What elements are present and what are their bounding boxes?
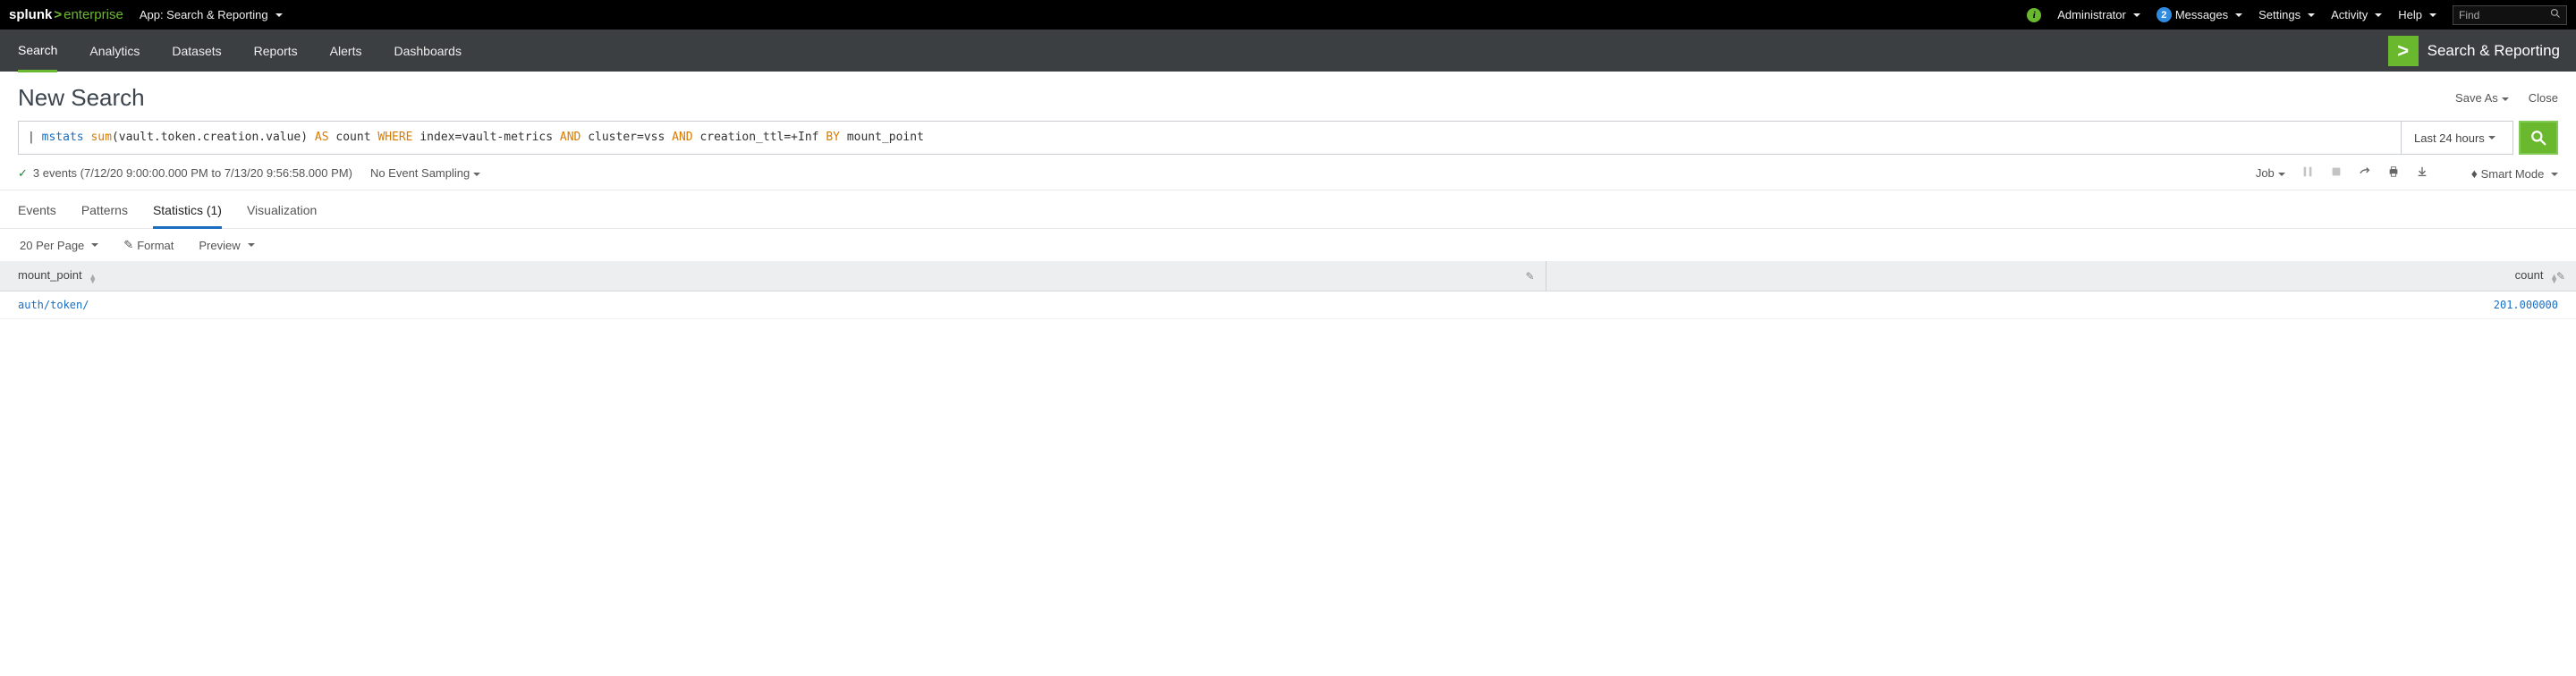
pencil-icon: ✎ xyxy=(123,238,133,252)
app-selector[interactable]: App: Search & Reporting xyxy=(140,8,283,21)
activity-menu[interactable]: Activity xyxy=(2331,8,2382,21)
nav-datasets[interactable]: Datasets xyxy=(172,30,237,72)
column-header-mount-point[interactable]: mount_point ▲▼ ✎ xyxy=(0,261,1546,292)
event-sampling-menu[interactable]: No Event Sampling xyxy=(370,166,480,180)
messages-label: Messages xyxy=(2175,8,2228,21)
nav-dashboards[interactable]: Dashboards xyxy=(394,30,478,72)
bulb-icon: ♦ xyxy=(2471,166,2478,181)
save-as-button[interactable]: Save As xyxy=(2455,91,2509,105)
preview-menu[interactable]: Preview xyxy=(199,239,254,252)
nav-bar: Search Analytics Datasets Reports Alerts… xyxy=(0,30,2576,72)
nav-search[interactable]: Search xyxy=(18,30,57,72)
check-icon: ✓ xyxy=(18,166,28,181)
cell-mount-point: auth/token/ xyxy=(0,292,1546,319)
navbar-app-brand[interactable]: > Search & Reporting xyxy=(2388,30,2576,72)
edit-column-icon[interactable]: ✎ xyxy=(1525,270,1534,283)
help-menu[interactable]: Help xyxy=(2398,8,2436,21)
help-label: Help xyxy=(2398,8,2422,21)
page-title: New Search xyxy=(18,84,145,112)
title-row: New Search Save As Close xyxy=(0,72,2576,121)
user-menu[interactable]: Administrator xyxy=(2057,8,2140,21)
job-menu[interactable]: Job xyxy=(2256,166,2285,180)
column-header-count[interactable]: count ▲▼ ✎ xyxy=(1546,261,2576,292)
app-selector-label: App: Search & Reporting xyxy=(140,8,268,21)
edit-column-icon[interactable]: ✎ xyxy=(2556,270,2565,283)
tab-statistics[interactable]: Statistics (1) xyxy=(153,199,222,229)
pause-icon[interactable] xyxy=(2301,165,2314,181)
search-icon xyxy=(2550,8,2561,21)
search-input[interactable]: | mstats sum (vault.token.creation.value… xyxy=(18,121,2401,155)
logo-text-enterprise: enterprise xyxy=(64,7,123,22)
app-logo-icon: > xyxy=(2388,36,2419,66)
per-page-menu[interactable]: 20 Per Page xyxy=(20,239,98,252)
topbar-right: i Administrator 2 Messages Settings Acti… xyxy=(2027,5,2567,25)
navbar-app-name: Search & Reporting xyxy=(2428,42,2560,60)
search-status-strip: ✓ 3 events (7/12/20 9:00:00.000 PM to 7/… xyxy=(0,160,2576,190)
table-row[interactable]: auth/token/ 201.000000 xyxy=(0,292,2576,319)
format-button[interactable]: ✎ Format xyxy=(123,238,174,252)
cell-count: 201.000000 xyxy=(1546,292,2576,319)
info-badge[interactable]: i xyxy=(2027,8,2041,22)
find-input[interactable]: Find xyxy=(2453,5,2567,25)
settings-label: Settings xyxy=(2258,8,2301,21)
stop-icon[interactable] xyxy=(2330,165,2343,181)
tab-visualization[interactable]: Visualization xyxy=(247,199,317,228)
smart-mode-menu[interactable]: ♦ Smart Mode xyxy=(2471,166,2558,181)
nav-alerts[interactable]: Alerts xyxy=(330,30,378,72)
settings-menu[interactable]: Settings xyxy=(2258,8,2315,21)
nav-analytics[interactable]: Analytics xyxy=(89,30,156,72)
user-menu-label: Administrator xyxy=(2057,8,2126,21)
close-button[interactable]: Close xyxy=(2529,91,2558,105)
search-icon xyxy=(2530,130,2546,146)
tab-events[interactable]: Events xyxy=(18,199,56,228)
nav-reports[interactable]: Reports xyxy=(254,30,314,72)
results-table: mount_point ▲▼ ✎ count ▲▼ ✎ auth/token/ … xyxy=(0,261,2576,319)
print-icon[interactable] xyxy=(2387,165,2400,181)
activity-label: Activity xyxy=(2331,8,2368,21)
logo-gt-icon: > xyxy=(54,7,62,22)
messages-menu[interactable]: 2 Messages xyxy=(2157,7,2242,22)
table-options: 20 Per Page ✎ Format Preview xyxy=(0,229,2576,261)
top-bar: splunk > enterprise App: Search & Report… xyxy=(0,0,2576,30)
events-summary: 3 events (7/12/20 9:00:00.000 PM to 7/13… xyxy=(33,166,352,180)
share-icon[interactable] xyxy=(2359,165,2371,181)
export-icon[interactable] xyxy=(2416,165,2428,181)
find-placeholder: Find xyxy=(2459,9,2479,21)
time-range-picker[interactable]: Last 24 hours xyxy=(2401,121,2513,155)
splunk-logo[interactable]: splunk > enterprise xyxy=(9,7,123,22)
logo-text-splunk: splunk xyxy=(9,7,52,22)
sort-icon: ▲▼ xyxy=(89,275,97,283)
messages-count-badge: 2 xyxy=(2157,7,2172,22)
info-icon: i xyxy=(2027,8,2041,22)
results-tabs: Events Patterns Statistics (1) Visualiza… xyxy=(0,190,2576,229)
tab-patterns[interactable]: Patterns xyxy=(81,199,128,228)
time-range-label: Last 24 hours xyxy=(2414,131,2485,145)
run-search-button[interactable] xyxy=(2519,121,2558,155)
